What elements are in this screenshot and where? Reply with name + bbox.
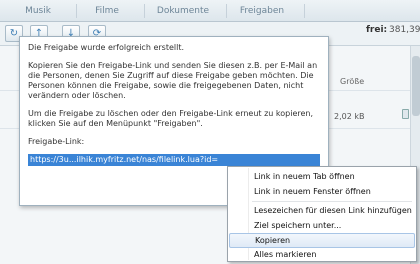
- context-menu: Link in neuem Tab öffnen Link in neuem F…: [227, 166, 417, 262]
- top-navigation: Musik Filme Dokumente Freigaben: [0, 0, 420, 22]
- scrollbar-thumb[interactable]: [412, 56, 420, 116]
- menu-item-open-new-window[interactable]: Link in neuem Fenster öffnen: [229, 184, 415, 199]
- dialog-instructions-text: Kopieren Sie den Freigabe-Link und sende…: [28, 61, 318, 100]
- menu-item-select-all[interactable]: Alles markieren: [229, 247, 415, 262]
- share-link-field[interactable]: https://3u...ilhik.myfritz.net/nas/filel…: [28, 154, 320, 166]
- menu-item-add-bookmark[interactable]: Lesezeichen für diesen Link hinzufügen: [229, 203, 415, 218]
- tab-musik[interactable]: Musik: [14, 3, 62, 19]
- tab-dokumente[interactable]: Dokumente: [148, 3, 218, 19]
- menu-item-open-new-tab[interactable]: Link in neuem Tab öffnen: [229, 169, 415, 184]
- free-space-label: frei:: [366, 25, 388, 35]
- dialog-success-text: Die Freigabe wurde erfolgreich erstellt.: [28, 43, 185, 52]
- free-space-value: 381,39: [389, 25, 420, 35]
- size-column-header[interactable]: Größe: [340, 77, 364, 86]
- nav-divider: [226, 4, 227, 18]
- table-cell-size: 2,02 kB: [334, 112, 365, 121]
- tab-filme[interactable]: Filme: [80, 3, 134, 19]
- menu-separator: [252, 201, 412, 202]
- nav-divider: [144, 4, 145, 18]
- tab-freigaben[interactable]: Freigaben: [232, 3, 292, 19]
- menu-item-copy[interactable]: Kopieren: [229, 233, 415, 248]
- share-link-label: Freigabe-Link:: [28, 137, 85, 146]
- dialog-delete-hint-text: Um die Freigabe zu löschen oder den Frei…: [28, 109, 314, 128]
- menu-item-save-target-as[interactable]: Ziel speichern unter...: [229, 218, 415, 233]
- nav-divider: [304, 4, 305, 18]
- trash-icon[interactable]: [402, 109, 409, 119]
- nav-divider: [76, 4, 77, 18]
